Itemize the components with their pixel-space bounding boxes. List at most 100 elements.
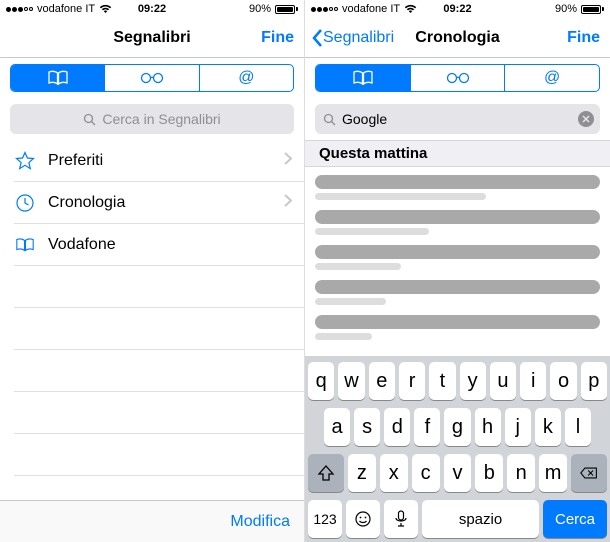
page-title: Cronologia <box>415 29 499 47</box>
chevron-right-icon <box>284 194 292 212</box>
done-button[interactable]: Fine <box>261 29 294 47</box>
key-o[interactable]: o <box>550 362 576 400</box>
row-history[interactable]: Cronologia <box>0 182 304 224</box>
history-list <box>305 167 610 356</box>
key-v[interactable]: v <box>444 454 472 492</box>
chevron-right-icon <box>284 152 292 170</box>
close-icon <box>582 115 590 123</box>
battery-icon <box>275 5 298 14</box>
smiley-icon <box>354 510 372 528</box>
seg-shared-links[interactable]: @ <box>200 65 293 91</box>
battery-pct: 90% <box>249 3 271 15</box>
search-input[interactable]: Google <box>315 104 600 134</box>
seg-bookmarks[interactable] <box>11 65 105 91</box>
row-favorites[interactable]: Preferiti <box>0 140 304 182</box>
seg-reading-list[interactable] <box>411 65 506 91</box>
search-icon <box>323 113 336 126</box>
glasses-icon <box>445 71 471 85</box>
backspace-key[interactable] <box>571 454 607 492</box>
page-title: Segnalibri <box>113 29 190 47</box>
star-icon <box>14 151 36 171</box>
key-c[interactable]: c <box>412 454 440 492</box>
search-key[interactable]: Cerca <box>543 500 607 538</box>
carrier-label: vodafone IT <box>342 3 400 15</box>
key-m[interactable]: m <box>539 454 567 492</box>
key-w[interactable]: w <box>338 362 364 400</box>
key-r[interactable]: r <box>399 362 425 400</box>
carrier-label: vodafone IT <box>37 3 95 15</box>
segmented-control: @ <box>10 64 294 92</box>
num-key[interactable]: 123 <box>308 500 342 538</box>
keyboard: qwertyuiop asdfghjkl zxcvbnm 123 spazio … <box>305 356 610 542</box>
battery-pct: 90% <box>555 3 577 15</box>
seg-bookmarks[interactable] <box>316 65 411 91</box>
done-button[interactable]: Fine <box>567 29 600 47</box>
key-l[interactable]: l <box>565 408 591 446</box>
book-icon <box>352 70 374 86</box>
key-s[interactable]: s <box>354 408 380 446</box>
seg-reading-list[interactable] <box>105 65 199 91</box>
clock: 09:22 <box>138 3 166 15</box>
clock: 09:22 <box>443 3 471 15</box>
at-icon: @ <box>544 69 560 87</box>
list-item[interactable] <box>315 245 600 270</box>
emoji-key[interactable] <box>346 500 380 538</box>
nav-bar: Segnalibri Cronologia Fine <box>305 18 610 58</box>
status-bar: vodafone IT 09:22 90% <box>305 0 610 18</box>
key-n[interactable]: n <box>507 454 535 492</box>
key-b[interactable]: b <box>475 454 503 492</box>
clear-button[interactable] <box>578 111 594 127</box>
back-button[interactable]: Segnalibri <box>311 28 394 48</box>
key-u[interactable]: u <box>490 362 516 400</box>
key-t[interactable]: t <box>429 362 455 400</box>
list-item[interactable] <box>315 210 600 235</box>
key-q[interactable]: q <box>308 362 334 400</box>
signal-dots-icon <box>6 7 33 12</box>
key-h[interactable]: h <box>475 408 501 446</box>
glasses-icon <box>139 71 165 85</box>
space-key[interactable]: spazio <box>422 500 539 538</box>
mic-key[interactable] <box>384 500 418 538</box>
history-screen: vodafone IT 09:22 90% Segnalibri Cronolo… <box>305 0 610 542</box>
section-header: Questa mattina <box>305 140 610 167</box>
at-icon: @ <box>238 69 254 87</box>
battery-icon <box>581 5 604 14</box>
book-icon <box>47 70 69 86</box>
key-g[interactable]: g <box>444 408 470 446</box>
signal-dots-icon <box>311 7 338 12</box>
key-p[interactable]: p <box>581 362 607 400</box>
list-item[interactable] <box>315 175 600 200</box>
wifi-icon <box>99 4 112 14</box>
status-bar: vodafone IT 09:22 90% <box>0 0 304 18</box>
nav-bar: Segnalibri Fine <box>0 18 304 58</box>
seg-shared-links[interactable]: @ <box>505 65 599 91</box>
bookmarks-screen: vodafone IT 09:22 90% Segnalibri Fine @ <box>0 0 305 542</box>
mic-icon <box>394 510 408 528</box>
key-a[interactable]: a <box>324 408 350 446</box>
key-f[interactable]: f <box>414 408 440 446</box>
key-d[interactable]: d <box>384 408 410 446</box>
shift-key[interactable] <box>308 454 344 492</box>
list-item[interactable] <box>315 280 600 305</box>
shift-icon <box>317 464 335 482</box>
key-e[interactable]: e <box>369 362 395 400</box>
key-k[interactable]: k <box>535 408 561 446</box>
key-z[interactable]: z <box>348 454 376 492</box>
chevron-left-icon <box>311 28 323 48</box>
row-vodafone[interactable]: Vodafone <box>0 224 304 266</box>
search-value: Google <box>342 111 387 127</box>
book-icon <box>14 237 36 253</box>
key-i[interactable]: i <box>520 362 546 400</box>
toolbar: Modifica <box>0 500 304 542</box>
key-x[interactable]: x <box>380 454 408 492</box>
key-j[interactable]: j <box>505 408 531 446</box>
search-input[interactable]: Cerca in Segnalibri <box>10 104 294 134</box>
search-placeholder: Cerca in Segnalibri <box>102 111 220 127</box>
clock-icon <box>14 193 36 213</box>
list-item[interactable] <box>315 315 600 340</box>
segmented-control: @ <box>315 64 600 92</box>
backspace-icon <box>580 464 598 482</box>
key-y[interactable]: y <box>460 362 486 400</box>
edit-button[interactable]: Modifica <box>230 513 290 531</box>
bookmarks-list: Preferiti Cronologia Vodafone <box>0 140 304 500</box>
